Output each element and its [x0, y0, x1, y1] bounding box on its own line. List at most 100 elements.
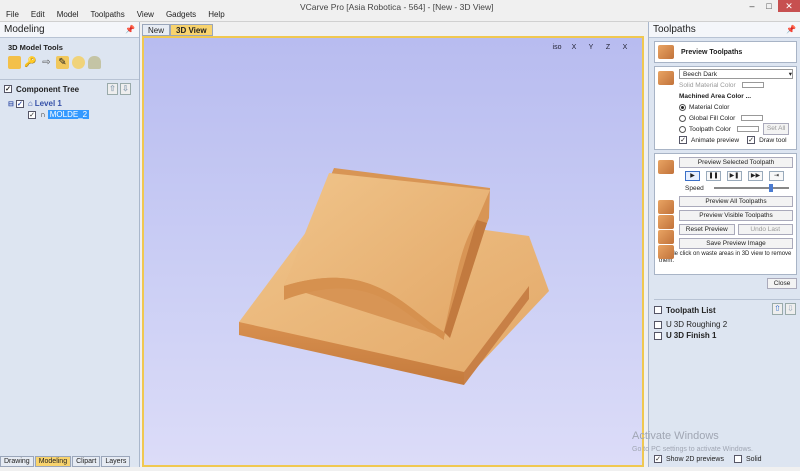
set-all-button[interactable]: Set All — [762, 123, 790, 135]
item-label: MOLDE_2 — [47, 110, 90, 119]
component-icon: ∩ — [40, 110, 46, 119]
machined-area-label: Machined Area Color ... — [679, 92, 751, 100]
left-bottom-tabs: Drawing Modeling Clipart Layers — [0, 456, 131, 467]
solid-checkbox[interactable] — [733, 455, 742, 463]
tools-title: 3D Model Tools — [8, 43, 63, 52]
reset-preview-button[interactable]: Reset Preview — [679, 224, 735, 235]
bake-icon[interactable] — [72, 56, 85, 69]
pin-icon[interactable]: 📌 — [125, 22, 135, 38]
preview-visible-button[interactable]: Preview Visible Toolpaths — [679, 210, 793, 221]
fast-forward-icon[interactable]: ▶▶ — [748, 171, 763, 181]
toolpaths-title: Toolpaths — [653, 24, 696, 35]
reset-preview-icon — [658, 230, 674, 244]
material-icon — [658, 71, 674, 85]
show-2d-checkbox[interactable]: ✓ — [654, 455, 662, 463]
toolpath-list: Toolpath List ⇧ ⇩ U 3D Roughing 2 U 3D F… — [654, 299, 800, 341]
close-row: Close — [654, 278, 797, 289]
reset-undo-row: Reset Preview Undo Last — [679, 224, 793, 235]
dropdown-icon: ▾ — [788, 71, 792, 78]
arrow-icon[interactable]: ⇨ — [40, 56, 53, 69]
collapse-icon[interactable]: ⊟ — [8, 100, 14, 108]
draw-tool-checkbox[interactable]: ✓ — [747, 136, 756, 144]
animate-checkbox[interactable]: ✓ — [679, 136, 687, 144]
toolpath-icon: U — [666, 320, 672, 329]
menu-file[interactable]: File — [0, 9, 25, 21]
preview-options-row: ✓ Show 2D previews Solid — [654, 455, 762, 463]
preview-selected-button[interactable]: Preview Selected Toolpath — [679, 157, 793, 168]
level-icon: ⌂ — [27, 99, 33, 108]
material-select[interactable]: Beech Dark ▾ — [679, 69, 793, 79]
3d-viewport[interactable]: iso X Y Z X — [142, 36, 644, 467]
jump-end-icon[interactable]: ⇥ — [769, 171, 784, 181]
speed-label: Speed — [685, 184, 704, 192]
play-icon[interactable]: ▶ — [685, 171, 700, 181]
animate-row: ✓ Animate preview ✓ Draw tool — [679, 135, 793, 145]
key-icon[interactable]: 🔑 — [24, 56, 37, 69]
folder-icon[interactable] — [8, 56, 21, 69]
speed-slider-handle[interactable] — [768, 184, 773, 192]
preview-all-icon — [658, 200, 674, 214]
global-fill-label: Global Fill Color — [689, 114, 736, 122]
toolpath-label: 3D Finish 1 — [673, 331, 717, 340]
activation-watermark-sub: Go to PC settings to activate Windows. — [632, 446, 753, 453]
toolpath-item[interactable]: U 3D Roughing 2 — [654, 319, 800, 330]
pencil-icon[interactable]: ✎ — [56, 56, 69, 69]
panel-header: Modeling 📌 — [0, 22, 139, 38]
material-color-radio[interactable] — [679, 103, 686, 111]
menu-edit[interactable]: Edit — [25, 9, 51, 21]
tree-item[interactable]: ✓ ∩ MOLDE_2 — [0, 109, 139, 120]
preview-controls: Preview Selected Toolpath ▶ ❚❚ ▶❚ ▶▶ ⇥ S… — [654, 153, 797, 275]
toolpath-checkbox[interactable] — [654, 320, 662, 329]
solid-color-swatch[interactable] — [741, 82, 764, 88]
speed-slider[interactable] — [713, 184, 789, 192]
component-tree-label: Component Tree — [16, 84, 80, 94]
global-fill-swatch[interactable] — [741, 115, 764, 121]
solid-material-row: Solid Material Color — [679, 80, 793, 90]
pin-icon[interactable]: 📌 — [786, 22, 796, 38]
menu-model[interactable]: Model — [51, 9, 85, 21]
move-up-icon[interactable]: ⇧ — [772, 303, 783, 315]
tab-new[interactable]: New — [142, 24, 171, 36]
toolpath-color-radio[interactable] — [679, 125, 686, 133]
menu-toolpaths[interactable]: Toolpaths — [84, 9, 130, 21]
tree-level[interactable]: ⊟ ✓ ⌂ Level 1 — [0, 98, 139, 109]
toolpath-label: 3D Roughing 2 — [673, 320, 728, 329]
preview-title: Preview Toolpaths — [681, 48, 743, 56]
toolpath-list-checkbox[interactable] — [654, 306, 662, 314]
tab-drawing[interactable]: Drawing — [0, 456, 34, 467]
global-fill-radio[interactable] — [679, 114, 686, 122]
toolpath-item[interactable]: U 3D Finish 1 — [654, 330, 800, 341]
tab-layers[interactable]: Layers — [101, 456, 131, 467]
tab-3d-view[interactable]: 3D View — [170, 24, 213, 36]
toolpath-color-option[interactable]: Toolpath Color Set All — [679, 123, 793, 135]
material-color-option[interactable]: Material Color — [679, 102, 793, 112]
component-tree-checkbox[interactable]: ✓ — [4, 85, 12, 93]
close-button[interactable]: ✕ — [778, 0, 800, 12]
tab-clipart[interactable]: Clipart — [72, 456, 101, 467]
step-icon[interactable]: ▶❚ — [727, 171, 742, 181]
dome-icon[interactable] — [88, 56, 101, 69]
move-down-icon[interactable]: ⇩ — [120, 83, 131, 95]
minimize-button[interactable]: – — [744, 0, 760, 12]
tab-modeling[interactable]: Modeling — [34, 456, 72, 467]
undo-last-button[interactable]: Undo Last — [737, 224, 793, 235]
preview-all-button[interactable]: Preview All Toolpaths — [679, 196, 793, 207]
global-fill-option[interactable]: Global Fill Color — [679, 113, 793, 123]
level-checkbox[interactable]: ✓ — [15, 99, 24, 108]
toolpath-checkbox[interactable] — [654, 331, 662, 340]
toolpath-icon: U — [666, 331, 672, 340]
save-preview-button[interactable]: Save Preview Image — [679, 238, 793, 249]
item-checkbox[interactable]: ✓ — [28, 110, 36, 119]
menu-help[interactable]: Help — [202, 9, 230, 21]
menu-gadgets[interactable]: Gadgets — [160, 9, 202, 21]
toolpath-list-label: Toolpath List — [666, 305, 716, 315]
view-tabs: New 3D View — [142, 24, 213, 36]
maximize-button[interactable]: □ — [761, 0, 777, 12]
menu-view[interactable]: View — [131, 9, 160, 21]
draw-tool-label: Draw tool — [759, 136, 787, 144]
toolpath-color-swatch[interactable] — [736, 126, 759, 132]
pause-icon[interactable]: ❚❚ — [706, 171, 721, 181]
move-up-icon[interactable]: ⇧ — [107, 83, 118, 95]
close-panel-button[interactable]: Close — [767, 278, 797, 289]
move-down-icon[interactable]: ⇩ — [785, 303, 796, 315]
